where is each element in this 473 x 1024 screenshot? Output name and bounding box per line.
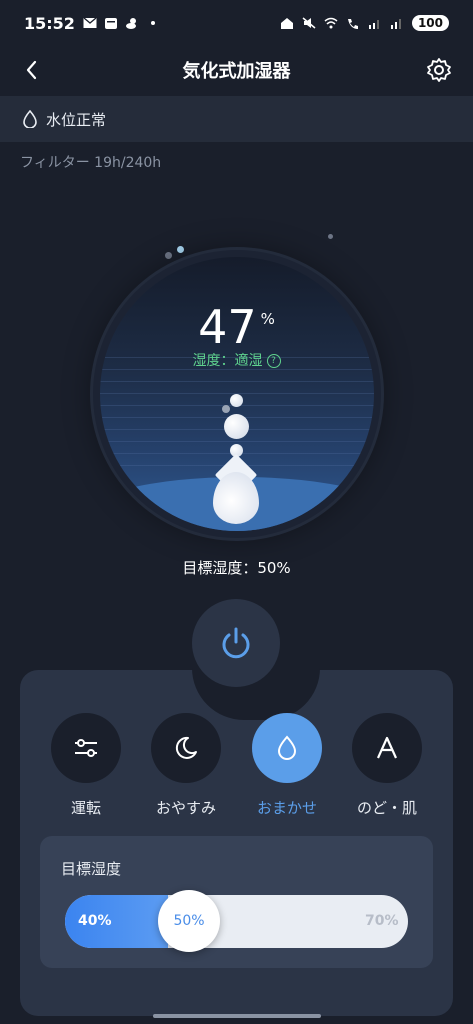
slider-min-label: 40% <box>78 913 112 929</box>
signal-icon <box>368 20 379 29</box>
mode-label-throat-skin: のど・肌 <box>356 799 417 817</box>
back-arrow-icon[interactable] <box>18 56 46 84</box>
dot-icon <box>150 21 155 25</box>
power-icon <box>222 627 250 659</box>
filter-usage: フィルター 19h/240h <box>20 155 162 171</box>
bubble <box>224 414 249 439</box>
target-humidity-label: 目標湿度：50% <box>182 559 291 577</box>
bubble <box>222 405 230 413</box>
mode-button-auto[interactable] <box>252 713 322 783</box>
bubble <box>230 394 243 407</box>
bubble-dot <box>165 252 172 259</box>
app-header: 気化式加湿器 <box>0 46 473 94</box>
signal-2-icon <box>390 19 401 29</box>
slider-thumb[interactable]: 50% <box>158 890 220 952</box>
status-time: 15:52 <box>24 13 75 33</box>
status-bar: 15:52 100 <box>0 0 473 46</box>
wifi-icon <box>324 17 338 29</box>
call-off-icon <box>347 19 358 29</box>
mode-label-auto: おまかせ <box>256 799 317 817</box>
water-drop-icon <box>23 110 37 128</box>
humidity-status-label: 湿度：適湿 <box>192 353 263 369</box>
moon-icon <box>175 736 197 759</box>
mail-icon <box>83 17 97 28</box>
current-humidity: 47% <box>0 300 473 354</box>
home-indicator[interactable] <box>153 1014 321 1018</box>
bird-icon <box>125 18 136 29</box>
slider-title: 目標湿度 <box>61 860 122 878</box>
gear-icon[interactable] <box>425 56 453 84</box>
page-title: 気化式加湿器 <box>182 61 291 82</box>
help-icon[interactable]: ? <box>266 354 281 368</box>
power-button[interactable] <box>192 599 280 687</box>
humidity-unit: % <box>260 310 275 328</box>
mode-label-run: 運転 <box>70 799 101 817</box>
mute-icon <box>302 17 316 29</box>
mode-button-run[interactable] <box>51 713 121 783</box>
bubble-dot <box>328 234 333 239</box>
mode-button-sleep[interactable] <box>151 713 221 783</box>
home-icon <box>280 18 293 29</box>
battery-indicator: 100 <box>411 15 449 31</box>
system-icons: 100 <box>280 15 449 31</box>
humidity-number: 47 <box>198 300 257 354</box>
letter-a-icon <box>376 736 398 759</box>
sliders-icon <box>75 739 97 757</box>
notification-icons <box>83 17 160 29</box>
slider-max-label: 70% <box>365 913 399 929</box>
water-level-label: 水位正常 <box>46 110 107 129</box>
humidity-status: 湿度：適湿? <box>0 350 473 370</box>
slider-value-label: 50% <box>173 913 205 929</box>
calendar-icon <box>104 18 117 29</box>
mode-label-sleep: おやすみ <box>155 799 216 817</box>
drop-icon <box>277 735 297 760</box>
humidity-slider-track[interactable] <box>65 895 408 948</box>
mode-button-throat-skin[interactable] <box>352 713 422 783</box>
bubble-dot <box>177 246 184 253</box>
water-level-bar: 水位正常 <box>0 96 473 142</box>
